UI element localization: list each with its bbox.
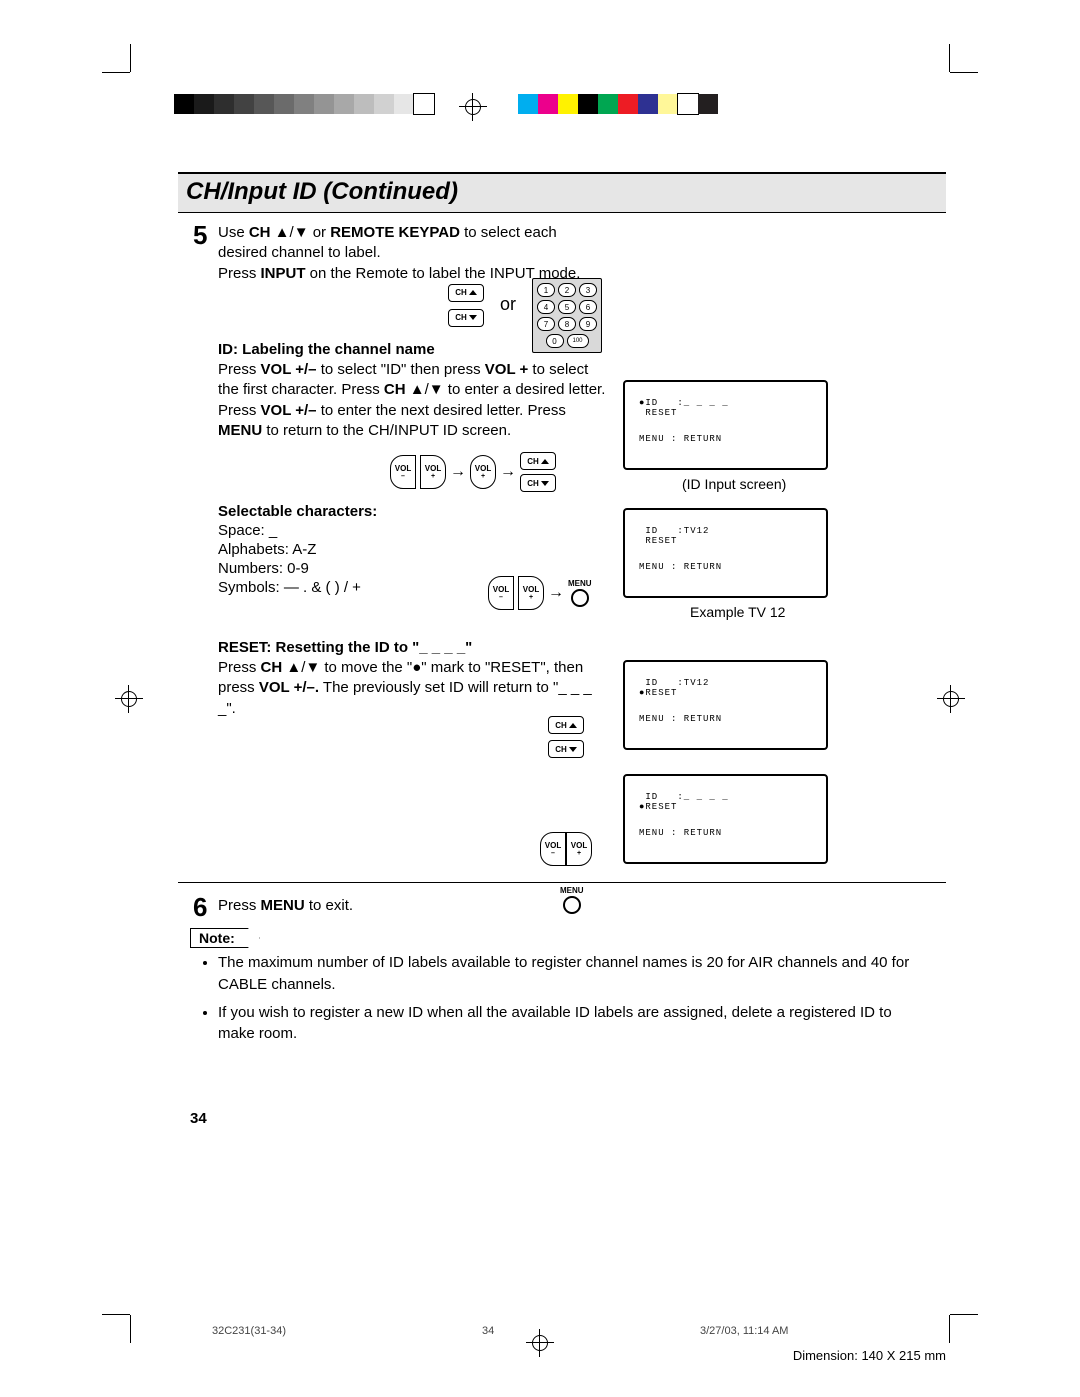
ch-buttons-reset: CH CH <box>548 716 584 758</box>
osd-id-input-caption: (ID Input screen) <box>682 476 786 492</box>
menu-button-icon: MENU <box>560 886 584 914</box>
color-strip <box>518 94 718 114</box>
grayscale-strip <box>174 94 434 114</box>
step-6-number: 6 <box>193 892 207 923</box>
vol-ch-sequence-1: VOL– VOL+ → VOL+ → CHCH <box>390 452 556 492</box>
footer-doc-id: 32C231(31-34) <box>212 1325 286 1337</box>
footer-center: 34 <box>482 1325 494 1337</box>
id-labeling-heading: ID: Labeling the channel name <box>218 340 435 360</box>
osd-example-caption: Example TV 12 <box>690 604 785 620</box>
vol-menu-sequence: VOL– VOL+ → MENU <box>488 576 592 610</box>
or-label: or <box>500 292 516 316</box>
note-bullet-1: The maximum number of ID labels availabl… <box>218 952 920 996</box>
step-5-text: Use CH ▲/▼ or REMOTE KEYPAD to select ea… <box>218 223 608 284</box>
osd-id-input: ●ID :_ _ _ _ RESET MENU : RETURN <box>623 380 828 470</box>
reset-paragraph: Press CH ▲/▼ to move the "●" mark to "RE… <box>218 658 608 719</box>
footer-dimension: Dimension: 140 X 215 mm <box>793 1348 946 1363</box>
selectable-syms: Symbols: — . & ( ) / + <box>218 578 361 598</box>
page-number: 34 <box>190 1110 207 1127</box>
ch-down-button: CH <box>448 307 484 327</box>
footer-timestamp: 3/27/03, 11:14 AM <box>700 1325 788 1337</box>
note-bullets: The maximum number of ID labels availabl… <box>200 952 920 1051</box>
remote-keypad: 1234567890100 <box>532 278 602 353</box>
divider <box>178 882 946 883</box>
registration-mark <box>529 1332 551 1354</box>
section-title: CH/Input ID (Continued) <box>178 172 946 213</box>
osd-reset-before: ID :TV12 ●RESET MENU : RETURN <box>623 660 828 750</box>
osd-example: ID :TV12 RESET MENU : RETURN <box>623 508 828 598</box>
step-6-text: Press MENU to exit. <box>218 896 353 916</box>
step-5-number: 5 <box>193 220 207 251</box>
id-labeling-paragraph: Press VOL +/– to select "ID" then press … <box>218 360 608 441</box>
selectable-nums: Numbers: 0-9 <box>218 559 309 579</box>
vol-buttons-reset: VOL– VOL+ <box>540 832 592 866</box>
note-bullet-2: If you wish to register a new ID when al… <box>218 1002 920 1046</box>
note-label: Note: <box>190 928 260 948</box>
reset-heading: RESET: Resetting the ID to "_ _ _ _" <box>218 638 472 658</box>
selectable-alpha: Alphabets: A-Z <box>218 540 316 560</box>
selectable-space: Space: _ <box>218 521 277 541</box>
selectable-chars-heading: Selectable characters: <box>218 502 377 522</box>
registration-mark <box>940 688 962 710</box>
registration-mark <box>118 688 140 710</box>
registration-mark <box>462 96 484 118</box>
osd-reset-after: ID :_ _ _ _ ●RESET MENU : RETURN <box>623 774 828 864</box>
ch-up-button: CH <box>448 282 484 302</box>
